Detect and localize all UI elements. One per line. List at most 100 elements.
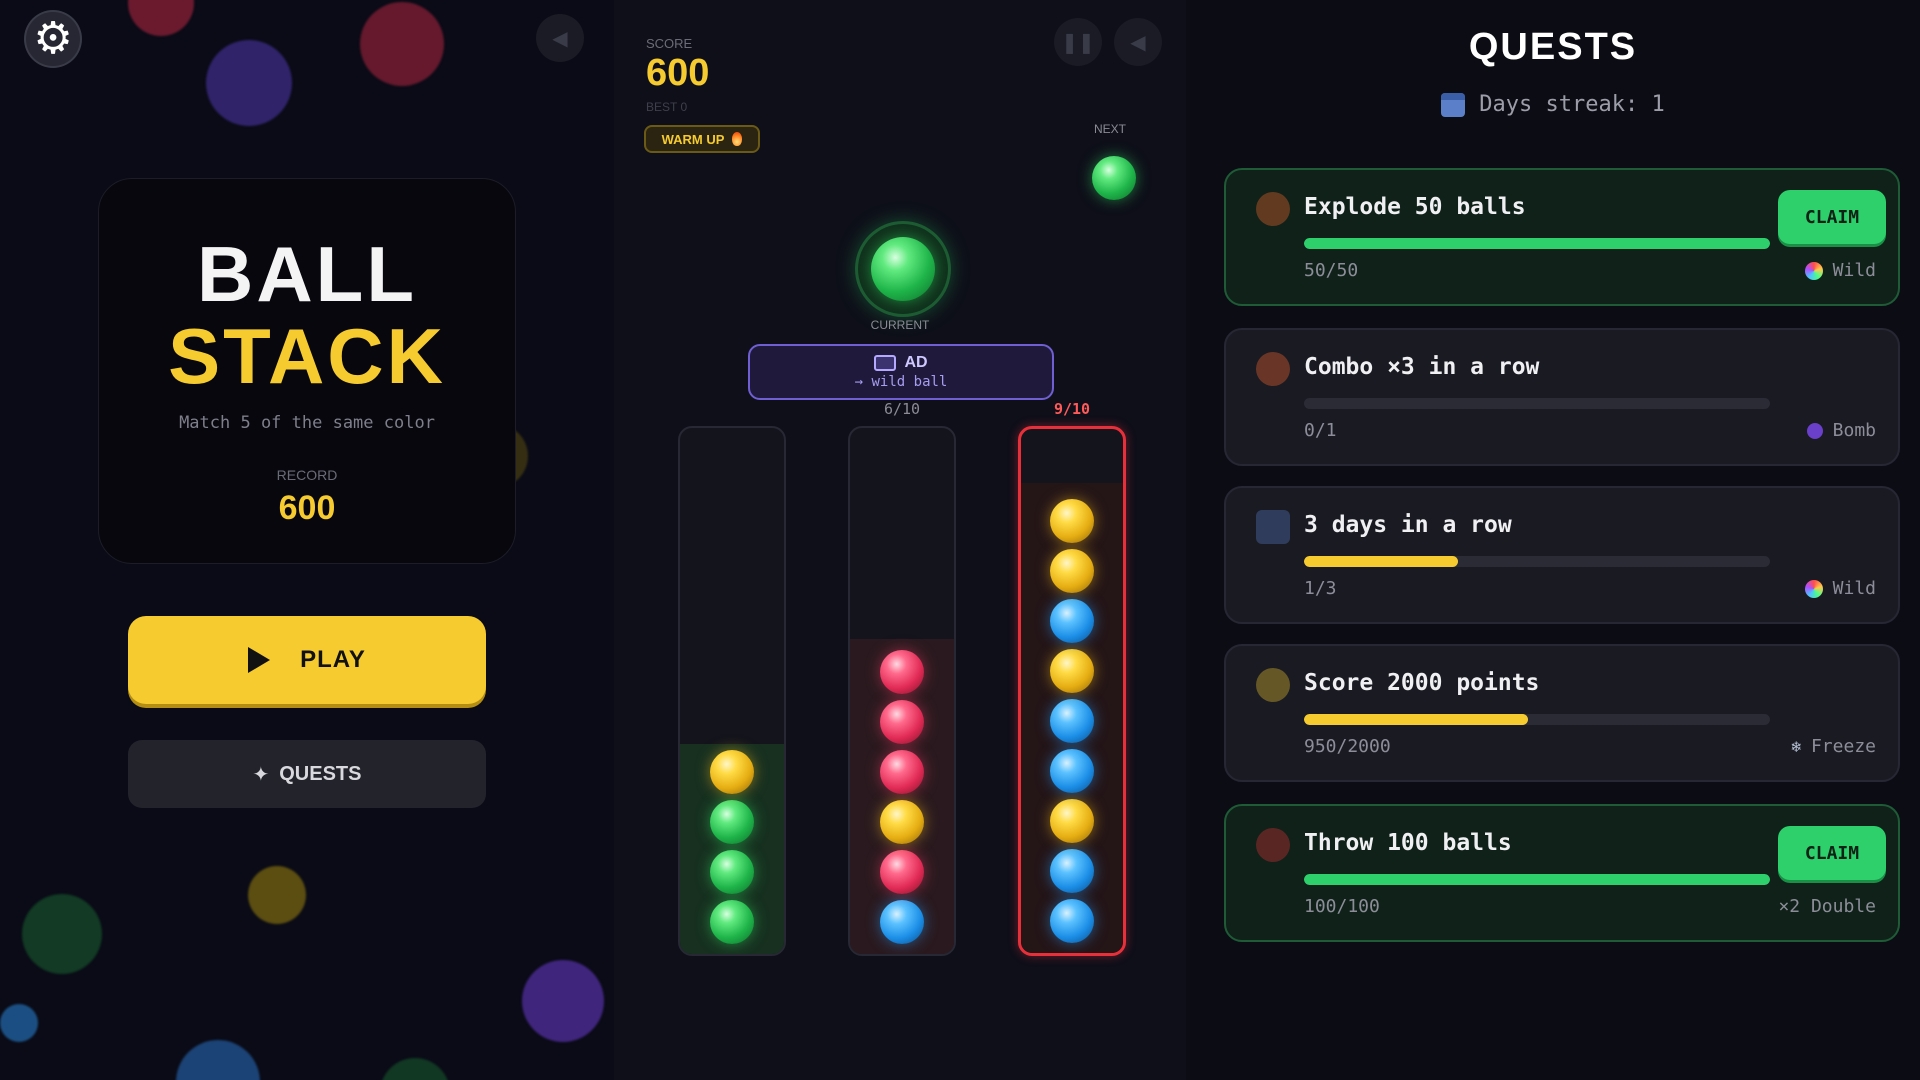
quest-progress-bar — [1304, 238, 1770, 249]
quest-title: Throw 100 balls — [1304, 830, 1512, 856]
best-label: BEST 0 — [646, 100, 688, 114]
quest-progress-bar — [1304, 714, 1770, 725]
ball-pink — [880, 650, 924, 694]
background-ball — [22, 894, 102, 974]
bomb-icon — [1806, 422, 1823, 439]
title-line-2: STACK — [168, 312, 446, 400]
next-ball — [1092, 156, 1136, 200]
ball-blue — [1050, 749, 1094, 793]
ball-yellow — [1050, 799, 1094, 843]
record-value: 600 — [278, 489, 336, 527]
days-streak-label: Days streak: 1 — [1479, 92, 1665, 117]
quest-title: 3 days in a row — [1304, 512, 1512, 538]
quest-reward: Bomb — [1806, 420, 1876, 441]
ball-yellow — [880, 800, 924, 844]
target-icon — [1256, 828, 1290, 862]
quest-title: Combo ×3 in a row — [1304, 354, 1540, 380]
play-label: PLAY — [300, 646, 366, 673]
claim-button[interactable]: CLAIM — [1778, 826, 1886, 880]
quest-card: Explode 50 balls 50/50 Wild CLAIM — [1224, 168, 1900, 306]
tube[interactable] — [678, 426, 786, 956]
next-label: NEXT — [1094, 122, 1127, 136]
ball-blue — [1050, 699, 1094, 743]
quest-card: Combo ×3 in a row 0/1 Bomb — [1224, 328, 1900, 466]
score-value: 600 — [646, 52, 710, 94]
current-ball[interactable] — [871, 237, 935, 301]
play-button[interactable]: PLAY — [128, 616, 486, 704]
quests-button-label: QUESTS — [279, 762, 362, 785]
days-streak: Days streak: 1 — [1186, 92, 1920, 117]
quest-title: Score 2000 points — [1304, 670, 1540, 696]
ball-pink — [880, 700, 924, 744]
reward-label: ×2 Double — [1778, 896, 1876, 917]
ball-blue — [880, 900, 924, 944]
background-ball — [360, 2, 444, 86]
quest-card: Throw 100 balls 100/100 ×2 Double CLAIM — [1224, 804, 1900, 942]
quest-progress-bar — [1304, 874, 1770, 885]
game-board: SCORE 600 BEST 0 WARM UP ❚❚ ◀ NEXT CURRE… — [614, 0, 1186, 1080]
reward-label: Freeze — [1810, 736, 1876, 757]
background-ball — [0, 1004, 38, 1042]
ball-pink — [880, 850, 924, 894]
sound-button[interactable]: ◀ — [536, 14, 584, 62]
ball-yellow — [1050, 549, 1094, 593]
background-ball — [248, 866, 306, 924]
ball-pink — [880, 750, 924, 794]
pause-icon: ❚❚ — [1061, 31, 1095, 54]
quest-progress: 1/3 — [1304, 578, 1337, 599]
background-ball — [128, 0, 194, 36]
current-label: CURRENT — [870, 318, 930, 332]
ball-green — [710, 800, 754, 844]
star-icon — [1256, 668, 1290, 702]
reward-label: Wild — [1832, 578, 1876, 599]
reward-label: Bomb — [1832, 420, 1876, 441]
background-ball — [522, 960, 604, 1042]
tube[interactable] — [1018, 426, 1126, 956]
quest-progress: 50/50 — [1304, 260, 1359, 281]
quest-card: 3 days in a row 1/3 Wild — [1224, 486, 1900, 624]
background-ball — [176, 1040, 260, 1080]
quests-button[interactable]: ✦ QUESTS — [128, 740, 486, 808]
quest-reward: Wild — [1804, 578, 1876, 599]
quests-title: QUESTS — [1468, 26, 1638, 68]
speaker-icon: ◀ — [1130, 31, 1146, 54]
speaker-icon: ◀ — [552, 27, 568, 50]
quest-title: Explode 50 balls — [1304, 194, 1526, 220]
warm-up-label: WARM UP — [661, 131, 725, 147]
gear-icon: ⚙ — [33, 14, 73, 63]
ball-green — [710, 900, 754, 944]
ball-blue — [1050, 599, 1094, 643]
reward-label: Wild — [1832, 260, 1876, 281]
quest-reward: Wild — [1804, 260, 1876, 281]
rainbow-icon — [1804, 579, 1823, 598]
explosion-icon — [1256, 192, 1290, 226]
claim-button[interactable]: CLAIM — [1778, 190, 1886, 244]
quest-reward: ❄ Freeze — [1791, 736, 1876, 757]
ad-wild-ball-button[interactable]: AD → wild ball — [748, 344, 1054, 400]
quest-card: Score 2000 points 950/2000 ❄ Freeze — [1224, 644, 1900, 782]
flame-icon — [732, 132, 743, 146]
snowflake-icon: ❄ — [1791, 737, 1801, 756]
score-label: SCORE — [646, 36, 693, 51]
calendar-icon — [1441, 92, 1466, 117]
tv-icon — [874, 355, 897, 371]
ball-yellow — [1050, 649, 1094, 693]
title-line-1: BALL — [197, 230, 417, 318]
subtitle: Match 5 of the same color — [179, 413, 435, 433]
quest-progress: 100/100 — [1304, 896, 1380, 917]
mute-button[interactable]: ◀ — [1114, 18, 1162, 66]
pause-button[interactable]: ❚❚ — [1054, 18, 1102, 66]
quest-reward: ×2 Double — [1778, 896, 1876, 917]
calendar-icon — [1256, 510, 1290, 544]
fire-icon — [1256, 352, 1290, 386]
settings-button[interactable]: ⚙ — [26, 12, 80, 66]
ball-blue — [1050, 899, 1094, 943]
tube-count: 6/10 — [883, 400, 921, 418]
background-ball — [206, 40, 292, 126]
rainbow-icon — [1804, 261, 1823, 280]
tube[interactable] — [848, 426, 956, 956]
ball-blue — [1050, 849, 1094, 893]
background-ball — [380, 1058, 450, 1080]
record-label: RECORD — [276, 467, 338, 483]
quest-progress-bar — [1304, 556, 1770, 567]
